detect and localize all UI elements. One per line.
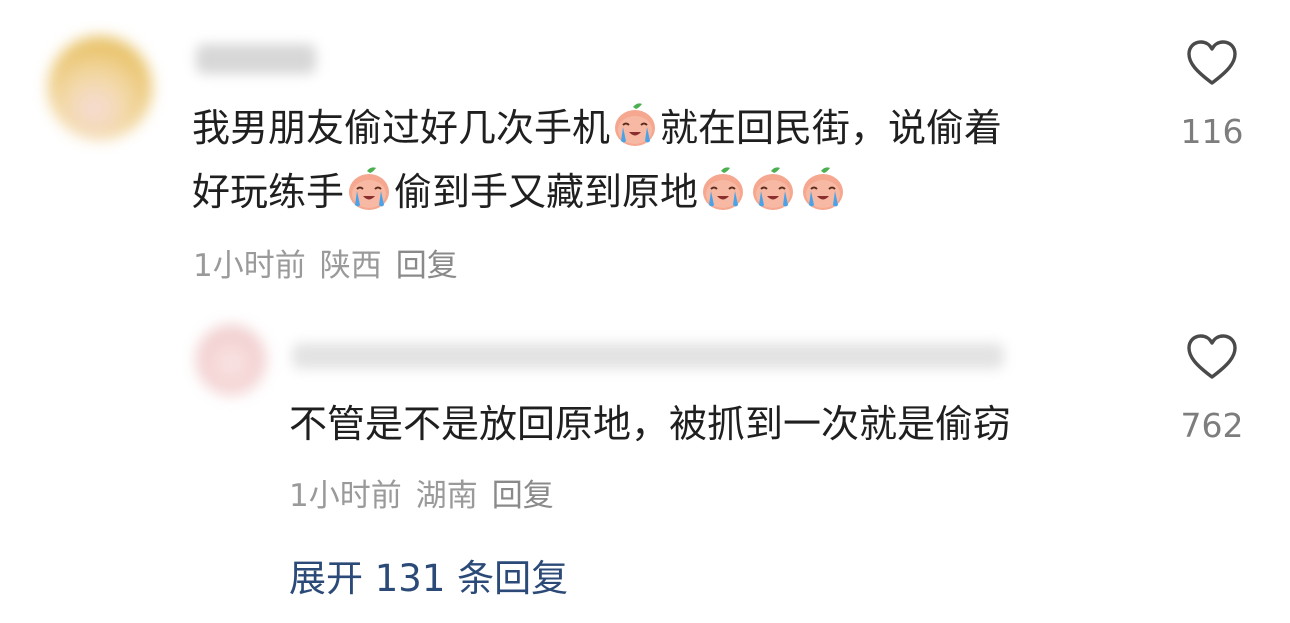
comment-location: 湖南 xyxy=(415,478,478,514)
like-button[interactable]: 762 xyxy=(1172,332,1252,445)
avatar[interactable] xyxy=(196,325,266,395)
username-blurred[interactable] xyxy=(196,44,316,74)
heart-outline-icon[interactable] xyxy=(1172,332,1252,384)
like-button[interactable]: 116 xyxy=(1172,38,1252,151)
reply-button[interactable]: 回复 xyxy=(492,478,554,514)
comment-text-segment: 我男朋友偷过好几次手机 xyxy=(192,106,611,150)
comment-text: 不管是不是放回原地，被抓到一次就是偷窃 xyxy=(289,402,1012,446)
like-count: 116 xyxy=(1180,112,1244,151)
heart-outline-icon[interactable] xyxy=(1172,38,1252,90)
comment-text-segment: 偷到手又藏到原地 xyxy=(394,170,699,214)
comment-text: 我男朋友偷过好几次手机 就在回民街，说偷着 xyxy=(192,96,1002,160)
comment-text: 好玩练手 偷到手又藏到原地 xyxy=(192,160,848,224)
crying-peach-emoji-icon xyxy=(611,101,659,149)
comment-thread: 我男朋友偷过好几次手机 就在回民街，说偷着 好玩练手 偷到手又藏到原地 1小时前 陕西… xyxy=(0,0,1290,623)
crying-peach-emoji-icon xyxy=(345,165,393,213)
crying-peach-emoji-icon xyxy=(799,165,847,213)
comment-meta: 1小时前 陕西 回复 xyxy=(193,240,472,285)
crying-peach-emoji-icon xyxy=(749,165,797,213)
comment-time: 1小时前 xyxy=(289,478,402,514)
reply-button[interactable]: 回复 xyxy=(396,248,458,284)
comment-location: 陕西 xyxy=(319,248,382,284)
comment-time: 1小时前 xyxy=(193,248,306,284)
comment-text-segment: 好玩练手 xyxy=(192,170,345,214)
avatar[interactable] xyxy=(48,36,152,140)
comment-text-segment: 就在回民街，说偷着 xyxy=(660,106,1003,150)
crying-peach-emoji-icon xyxy=(699,165,747,213)
expand-replies-link[interactable]: 展开 131 条回复 xyxy=(289,548,568,602)
username-blurred[interactable] xyxy=(292,343,1004,369)
comment-meta: 1小时前 湖南 回复 xyxy=(289,470,568,515)
like-count: 762 xyxy=(1180,406,1244,445)
